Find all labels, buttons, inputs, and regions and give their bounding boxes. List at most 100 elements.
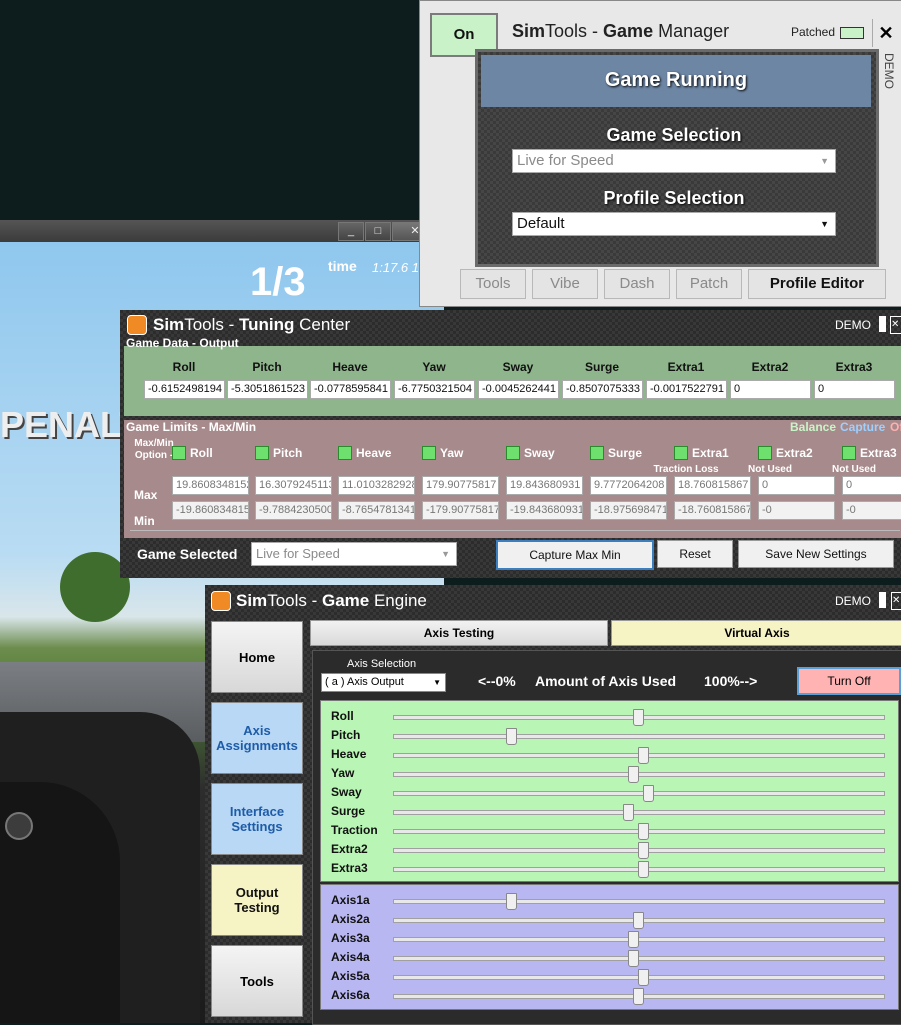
slider-thumb-axis5a[interactable] (637, 969, 649, 986)
slider-thumb-pitch[interactable] (505, 728, 517, 745)
checkbox-yaw[interactable] (422, 446, 436, 460)
checkbox-surge[interactable] (590, 446, 604, 460)
max-field-heave[interactable]: 11.0103282928 (338, 476, 415, 495)
slider-thumb-extra2[interactable] (637, 842, 649, 859)
slider-thumb-yaw[interactable] (628, 766, 640, 783)
game-selection-dropdown[interactable]: Live for Speed ▼ (512, 149, 836, 173)
output-field-heave[interactable]: -0.0778595841 (310, 380, 391, 399)
checkbox-roll[interactable] (172, 446, 186, 460)
nav-axis-assignments[interactable]: Axis Assignments (211, 702, 303, 774)
checkbox-pitch[interactable] (255, 446, 269, 460)
min-field-extra1[interactable]: -18.760815867 (674, 501, 751, 520)
slider-track-surge[interactable] (393, 810, 885, 815)
demo-label: DEMO (882, 53, 896, 89)
sublabel-extra3: Not Used (832, 464, 876, 475)
sublabel-extra2: Not Used (748, 464, 792, 475)
reset-button[interactable]: Reset (657, 540, 733, 568)
output-header-pitch: Pitch (252, 360, 282, 374)
min-field-yaw[interactable]: -179.90775817 (422, 501, 499, 520)
tab-vibe[interactable]: Vibe (532, 269, 598, 299)
close-icon[interactable]: ✕ (890, 316, 901, 334)
slider-thumb-sway[interactable] (642, 785, 654, 802)
tuning-center-window: SimTools - Tuning Center DEMO ✕ Game Dat… (120, 310, 901, 578)
output-field-yaw[interactable]: -6.7750321504 (394, 380, 475, 399)
slider-thumb-roll[interactable] (633, 709, 644, 726)
game-engine-window: SimTools - Game Engine DEMO ✕ Home Axis … (205, 585, 901, 1025)
range-right-label: 100%--> (704, 673, 758, 689)
tab-dash[interactable]: Dash (604, 269, 670, 299)
profile-selection-dropdown[interactable]: Default ▼ (512, 212, 836, 236)
min-field-surge[interactable]: -18.975698471 (590, 501, 667, 520)
slider-track-pitch[interactable] (393, 734, 885, 739)
slider-thumb-extra3[interactable] (637, 861, 649, 878)
max-field-extra2[interactable]: 0 (758, 476, 835, 495)
min-field-extra2[interactable]: -0 (758, 501, 835, 520)
output-field-sway[interactable]: -0.0045262441 (478, 380, 559, 399)
minimize-button[interactable] (879, 316, 886, 332)
checkbox-sway[interactable] (506, 446, 520, 460)
demo-label: DEMO (835, 318, 871, 332)
tab-axis-testing[interactable]: Axis Testing (310, 620, 608, 646)
max-field-extra3[interactable]: 0 (842, 476, 901, 495)
slider-thumb-axis3a[interactable] (628, 931, 640, 948)
tab-virtual-axis[interactable]: Virtual Axis (611, 620, 901, 646)
min-field-extra3[interactable]: -0 (842, 501, 901, 520)
slider-thumb-surge[interactable] (623, 804, 635, 821)
min-field-roll[interactable]: -19.860834815 (172, 501, 249, 520)
nav-interface-settings[interactable]: Interface Settings (211, 783, 303, 855)
max-field-extra1[interactable]: 18.760815867 (674, 476, 751, 495)
save-new-settings-button[interactable]: Save New Settings (738, 540, 894, 568)
output-field-pitch[interactable]: -5.3051861523 (227, 380, 308, 399)
close-icon[interactable]: ✕ (872, 19, 899, 47)
max-field-yaw[interactable]: 179.90775817 (422, 476, 499, 495)
profile-editor-button[interactable]: Profile Editor (748, 269, 886, 299)
axis-testing-panel: Axis Selection ( a ) Axis Output ▼ <--0%… (312, 650, 901, 1025)
tab-tools[interactable]: Tools (460, 269, 526, 299)
slider-label-surge: Surge (331, 804, 366, 818)
checkbox-heave[interactable] (338, 446, 352, 460)
output-field-roll[interactable]: -0.6152498194 (144, 380, 225, 399)
title-end: Center (294, 315, 351, 334)
close-icon[interactable]: ✕ (891, 592, 901, 610)
output-header-surge: Surge (584, 360, 619, 374)
min-field-pitch[interactable]: -9.7884230500 (255, 501, 332, 520)
slider-label-sway: Sway (331, 785, 362, 799)
output-field-extra1[interactable]: -0.0017522791 (646, 380, 727, 399)
slider-track-axis1a[interactable] (393, 899, 885, 904)
limit-label-sway: Sway (524, 446, 555, 460)
checkbox-extra2[interactable] (758, 446, 772, 460)
slider-thumb-axis2a[interactable] (633, 912, 644, 929)
min-field-heave[interactable]: -8.7654781341 (338, 501, 415, 520)
output-field-extra3[interactable]: 0 (814, 380, 895, 399)
minimize-button[interactable]: _ (338, 222, 364, 241)
nav-output-testing[interactable]: Output Testing (211, 864, 303, 936)
checkbox-extra3[interactable] (842, 446, 856, 460)
axis-selection-dropdown[interactable]: ( a ) Axis Output ▼ (321, 673, 446, 692)
slider-track-sway[interactable] (393, 791, 885, 796)
game-manager-title: SimTools - Game Manager (512, 21, 729, 42)
time-label: time (328, 258, 357, 274)
output-field-surge[interactable]: -0.8507075333 (562, 380, 643, 399)
output-header-extra3: Extra3 (835, 360, 873, 374)
capture-max-min-button[interactable]: Capture Max Min (496, 540, 654, 570)
slider-thumb-axis4a[interactable] (628, 950, 640, 967)
minimize-button[interactable] (879, 592, 886, 608)
slider-thumb-axis6a[interactable] (633, 988, 644, 1005)
title-bold: Game (603, 21, 654, 41)
nav-home[interactable]: Home (211, 621, 303, 693)
slider-thumb-axis1a[interactable] (505, 893, 517, 910)
maximize-button[interactable]: □ (365, 222, 391, 241)
game-selected-dropdown[interactable]: Live for Speed ▼ (251, 542, 457, 566)
tab-patch[interactable]: Patch (676, 269, 742, 299)
max-field-surge[interactable]: 9.7772064208 (590, 476, 667, 495)
slider-thumb-traction[interactable] (637, 823, 649, 840)
turn-off-button[interactable]: Turn Off (797, 667, 901, 695)
max-field-pitch[interactable]: 16.3079245113 (255, 476, 332, 495)
max-field-sway[interactable]: 19.843680931 (506, 476, 583, 495)
slider-thumb-heave[interactable] (637, 747, 649, 764)
nav-tools[interactable]: Tools (211, 945, 303, 1017)
min-field-sway[interactable]: -19.843680931 (506, 501, 583, 520)
checkbox-extra1[interactable] (674, 446, 688, 460)
output-field-extra2[interactable]: 0 (730, 380, 811, 399)
max-field-roll[interactable]: 19.8608348152 (172, 476, 249, 495)
